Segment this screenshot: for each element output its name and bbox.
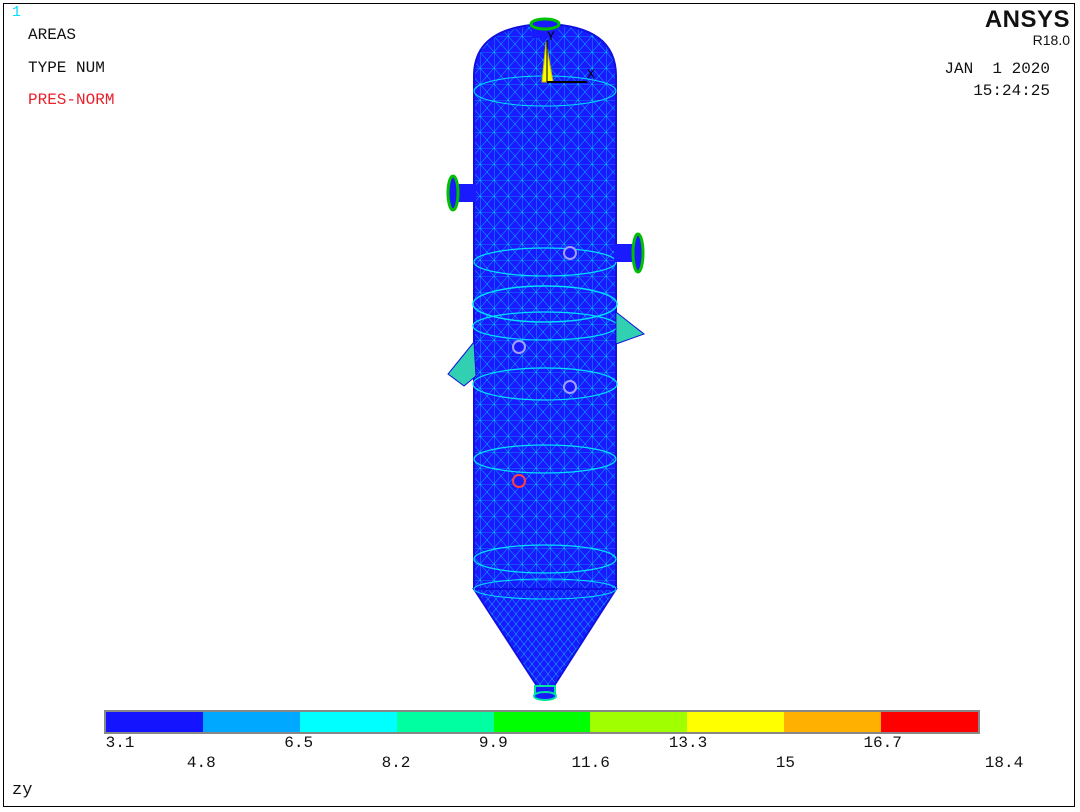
pressure-label: PRES-NORM — [28, 91, 115, 109]
legend-segment — [493, 712, 591, 732]
nozzle-right-upper — [614, 232, 645, 274]
plot-areas-label: AREAS — [28, 26, 77, 44]
window-number: 1 — [12, 4, 22, 21]
release-label: R18.0 — [1032, 32, 1070, 48]
legend-tick-label: 4.8 — [186, 754, 216, 772]
legend-segment — [396, 712, 494, 732]
plot-type-label: TYPE NUM — [28, 59, 105, 77]
legend-tick-label: 8.2 — [381, 754, 411, 772]
view-label: zy — [12, 781, 33, 800]
legend-tick-label: 15 — [775, 754, 795, 772]
legend-tick-label: 16.7 — [863, 734, 902, 752]
legend-segment — [881, 712, 979, 732]
legend-tick-label: 3.1 — [105, 734, 135, 752]
legend-tick-label: 11.6 — [571, 754, 610, 772]
legend-segment — [106, 712, 203, 732]
legend-segment — [299, 712, 397, 732]
vessel-body — [472, 22, 618, 701]
date-stamp: JAN 1 2020 — [944, 60, 1050, 78]
legend-segment — [202, 712, 300, 732]
contour-legend — [104, 710, 980, 734]
axis-x-label: X — [587, 67, 595, 82]
legend-tick-label: 13.3 — [668, 734, 708, 752]
ansys-logo: ANSYS — [984, 6, 1070, 33]
nozzle-left-upper — [446, 174, 476, 212]
graphics-window[interactable]: Y X 1 AREAS TYPE NUM PRES-NORM ANSYS R18… — [3, 3, 1075, 807]
legend-segment — [784, 712, 882, 732]
legend-tick-label: 6.5 — [284, 734, 314, 752]
time-stamp: 15:24:25 — [973, 82, 1050, 100]
model-view[interactable]: Y X — [4, 4, 1075, 807]
legend-segment — [590, 712, 688, 732]
legend-tick-label: 18.4 — [984, 754, 1024, 772]
legend-tick-label: 9.9 — [478, 734, 508, 752]
legend-segment — [687, 712, 785, 732]
axis-y-label: Y — [547, 29, 555, 44]
